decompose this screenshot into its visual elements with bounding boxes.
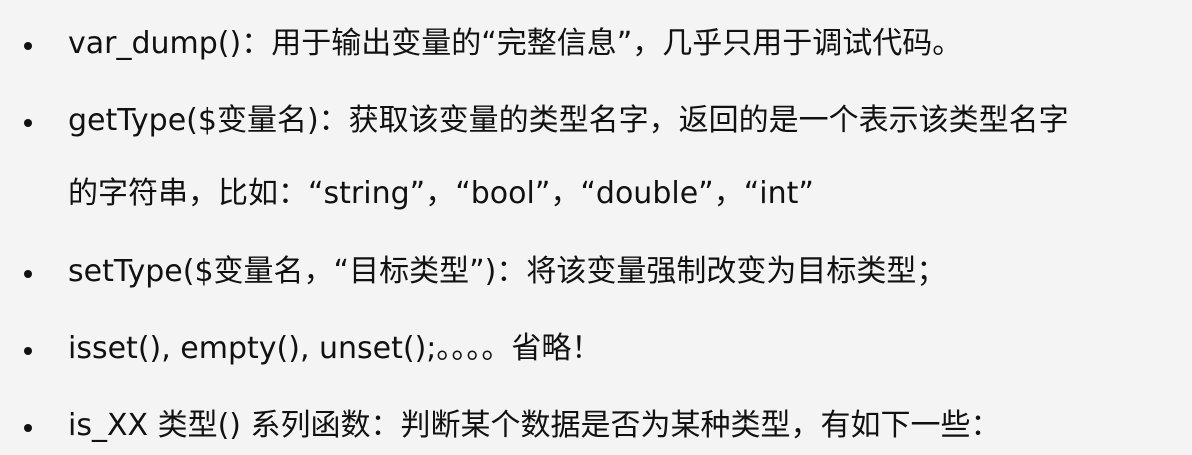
bullet-dot-3 — [24, 270, 32, 278]
bullet-item-gettype: getType($变量名)：获取该变量的类型名字，返回的是一个表示该类型名字 — [68, 103, 1069, 138]
bullet-dot-2 — [24, 119, 32, 127]
bullet-item-gettype-continuation: 的字符串，比如：“string”，“bool”，“double”，“int” — [68, 176, 814, 211]
bullet-item-var-dump: var_dump()：用于输出变量的“完整信息”，几乎只用于调试代码。 — [68, 26, 963, 61]
bullet-dot-5 — [24, 424, 32, 432]
bullet-item-is-xx: is_XX 类型() 系列函数：判断某个数据是否为某种类型，有如下一些： — [68, 408, 1001, 443]
bullet-list: var_dump()：用于输出变量的“完整信息”，几乎只用于调试代码。 getT… — [0, 0, 1192, 455]
bullet-dot-4 — [24, 347, 32, 355]
bullet-item-settype: setType($变量名，“目标类型”)：将该变量强制改变为目标类型； — [68, 254, 947, 289]
bullet-dot-1 — [24, 42, 32, 50]
slide: var_dump()：用于输出变量的“完整信息”，几乎只用于调试代码。 getT… — [0, 0, 1192, 455]
bullet-item-isset: isset(), empty(), unset();。。。。省略！ — [68, 331, 602, 366]
